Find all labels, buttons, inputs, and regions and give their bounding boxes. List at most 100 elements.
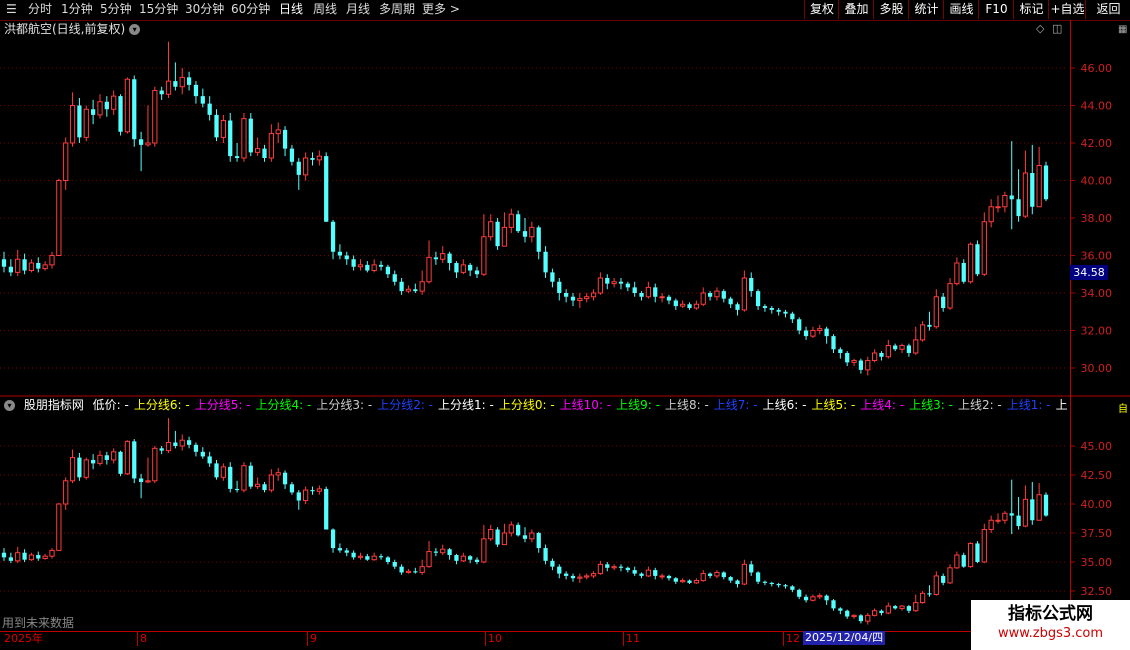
date-label-5: 12 [786,632,800,645]
indicator-item-11: 上线7: - [713,398,758,412]
date-axis: 2025年 8 9 10 11 12 [0,631,1070,646]
period-tab-5[interactable]: 60分钟 [231,1,270,18]
chevron-down-icon[interactable]: ▾ [129,24,141,35]
indicator-candle-body [522,535,528,539]
indicator-candle-body [845,610,850,617]
indicator-candle-body [611,566,617,569]
indicator-candle-body [220,466,226,478]
main-candle-body [42,264,48,270]
main-candle-body [132,79,137,140]
toolbar-button-6[interactable]: 标记 [1013,0,1049,19]
main-candle-body [63,142,69,181]
main-candle-body [947,283,953,309]
main-candle-body [721,291,726,299]
main-candle-body [296,161,301,175]
indicator-candle-body [871,610,878,616]
main-candle-body [173,81,178,87]
indicator-candle-body [899,605,905,609]
period-tab-6[interactable]: 日线 [279,1,303,18]
main-candle-body [316,155,322,161]
indicator-candle-body [124,440,131,475]
period-tab-0[interactable]: 分时 [28,1,52,18]
main-candle-body [611,281,617,285]
toolbar-button-5[interactable]: F10 [978,0,1014,19]
indicator-candle-body [564,573,569,576]
period-tab-3[interactable]: 15分钟 [139,1,178,18]
toolbar-button-7[interactable]: +自选 [1048,0,1086,19]
kline-chart[interactable]: 46.0044.0042.0040.0038.0036.0034.0032.00… [0,0,1130,650]
main-candle-body [454,263,459,273]
indicator-candle-body [56,503,62,551]
main-candle-body [714,290,720,298]
indicator-candle-body [680,580,686,583]
main-candle-body [605,278,610,284]
indicator-candle-body [975,543,980,562]
date-label-2: 9 [310,632,317,645]
indicator-candle-body [550,560,555,567]
period-tab-8[interactable]: 月线 [346,1,370,18]
indicator-item-8: 上线10: - [559,398,612,412]
indicator-item-14: 上线4: - [860,398,905,412]
period-tab-1[interactable]: 1分钟 [61,1,93,18]
date-label-4: 11 [626,632,640,645]
indicator-candle-body [474,559,480,562]
period-tab-4[interactable]: 30分钟 [185,1,224,18]
indicator-header: ▾ 股朋指标网 低价: - 上分线6: - 上分线5: - 上分线4: - 上分线3: … [4,397,1068,414]
toolbar-button-3[interactable]: 统计 [908,0,944,19]
toolbar-button-8[interactable]: 返回 [1085,0,1130,19]
main-candle-body [303,157,309,176]
indicator-candle-body [893,606,898,609]
indicator-candle-body [357,555,364,558]
indicator-candle-body [173,442,178,446]
menu-icon[interactable]: ☰ [6,1,17,18]
toolbar-button-4[interactable]: 画线 [943,0,979,19]
period-tab-10[interactable]: 更多 > [422,1,460,18]
indicator-candle-body [516,524,521,536]
main-candle-body [735,304,740,310]
main-candle-body [399,281,404,292]
period-tab-7[interactable]: 周线 [313,1,337,18]
main-candle-body [797,319,802,331]
indicator-item-3: 上分线4: - [255,398,312,412]
main-candle-body [207,103,212,115]
indicator-candle-body [501,532,508,546]
indicator-item-5: 上分线2: - [377,398,434,412]
toolbar-button-0[interactable]: 复权 [804,0,839,19]
main-candle-body [357,264,364,268]
main-candle-body [590,292,597,298]
main-candle-body [981,221,987,275]
chevron-down-icon[interactable]: ▾ [4,400,15,411]
current-price-tag: 34.58 [1070,265,1108,280]
indicator-candle-body [460,555,466,562]
indicator-candle-body [988,519,994,531]
main-candle-body [1043,165,1049,200]
toolbar-button-1[interactable]: 叠加 [838,0,874,19]
main-candle-body [783,311,788,314]
indicator-candle-body [378,556,384,558]
period-tab-9[interactable]: 多周期 [379,1,415,18]
indicator-candle-body [77,457,82,478]
main-candle-body [988,206,994,223]
indicator-candle-body [316,488,322,492]
main-candle-body [371,264,377,271]
period-tab-2[interactable]: 5分钟 [100,1,132,18]
diamond-icon[interactable]: ◇ [1036,22,1044,35]
toolbar-button-2[interactable]: 多股 [873,0,909,19]
indicator-candle-body [289,484,295,493]
indicator-candle-body [303,489,309,502]
indicator-candle-body [165,442,172,452]
main-candle-body [803,330,809,337]
main-candle-body [268,133,274,159]
indicator-candle-body [666,575,672,579]
indicator-candle-body [440,548,446,554]
indicator-name[interactable]: 股朋指标网 [24,398,84,412]
future-data-warning: 用到未来数据 [2,616,75,630]
main-candle-body [419,281,425,292]
main-candle-body [1030,173,1035,207]
indicator-candle-body [330,529,336,549]
main-candle-body [522,231,528,237]
date-tick [137,632,138,646]
window-icon[interactable]: ◫ [1052,22,1062,35]
indicator-candle-body [687,580,692,583]
indicator-candle-body [49,549,55,557]
